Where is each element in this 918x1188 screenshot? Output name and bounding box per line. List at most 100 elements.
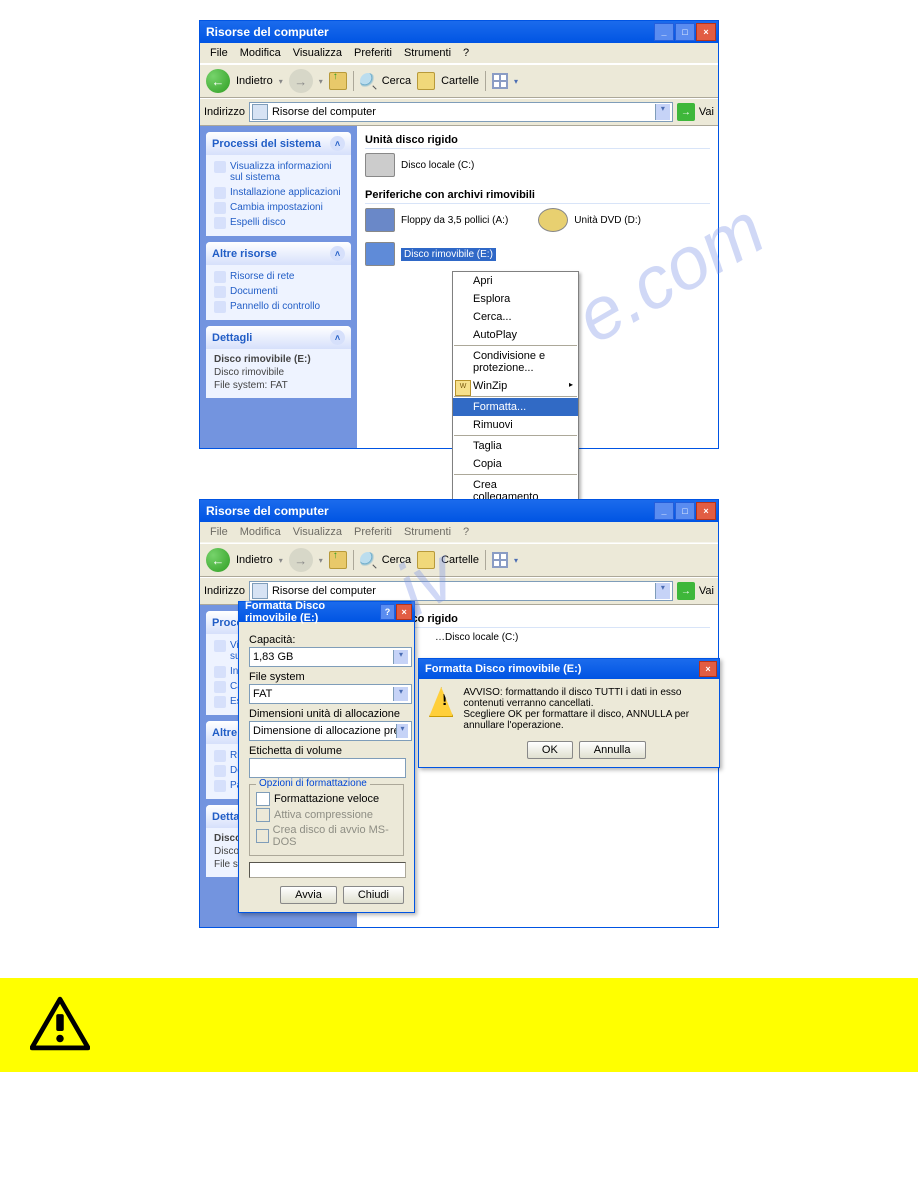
options-legend: Opzioni di formattazione: [256, 778, 370, 789]
ctx-autoplay[interactable]: AutoPlay: [453, 326, 578, 344]
quick-format-checkbox[interactable]: Formattazione veloce: [256, 791, 397, 807]
task-sysinfo[interactable]: Visualizza informazioni sul sistema: [214, 159, 343, 185]
folders-label[interactable]: Cartelle: [441, 75, 479, 87]
dialog-title: Formatta Disco rimovibile (E:): [425, 663, 581, 675]
search-label[interactable]: Cerca: [382, 75, 411, 87]
address-combo[interactable]: Risorse del computer▾: [249, 581, 673, 601]
warning-icon: [429, 687, 453, 717]
hdd-icon: [365, 153, 395, 177]
go-label: Vai: [699, 585, 714, 597]
collapse-icon[interactable]: ˄: [330, 136, 345, 151]
minimize-button[interactable]: _: [654, 23, 674, 41]
folders-icon[interactable]: [417, 551, 435, 569]
ctx-copy[interactable]: Copia: [453, 455, 578, 473]
views-icon[interactable]: [492, 73, 508, 89]
collapse-icon[interactable]: ˄: [330, 330, 345, 345]
address-combo[interactable]: Risorse del computer ▾: [249, 102, 673, 122]
capacity-combo[interactable]: 1,83 GB▾: [249, 647, 412, 667]
address-value: Risorse del computer: [272, 106, 376, 118]
menu-favorites[interactable]: Preferiti: [348, 45, 398, 61]
filesystem-label: File system: [249, 671, 404, 683]
drive-a[interactable]: Floppy da 3,5 pollici (A:): [365, 208, 508, 232]
search-label[interactable]: Cerca: [382, 554, 411, 566]
help-button[interactable]: ?: [380, 604, 396, 620]
drive-e[interactable]: Disco rimovibile (E:): [365, 242, 496, 266]
back-button[interactable]: ←: [206, 548, 230, 572]
back-button[interactable]: ←: [206, 69, 230, 93]
ctx-sharing[interactable]: Condivisione e protezione...: [453, 347, 578, 377]
maximize-button[interactable]: □: [675, 23, 695, 41]
cancel-button[interactable]: Annulla: [579, 741, 646, 759]
folders-label[interactable]: Cartelle: [441, 554, 479, 566]
ctx-search[interactable]: Cerca...: [453, 308, 578, 326]
maximize-button[interactable]: □: [675, 502, 695, 520]
close-button[interactable]: ×: [696, 23, 716, 41]
warning-line1: AVVISO: formattando il disco TUTTI i dat…: [463, 687, 709, 709]
explorer-window: Risorse del computer _ □ × File Modifica…: [199, 20, 719, 449]
menubar: File Modifica Visualizza Preferiti Strum…: [200, 43, 718, 64]
menu-edit: Modifica: [234, 524, 287, 540]
link-network[interactable]: Risorse di rete: [214, 269, 343, 284]
close-button[interactable]: ×: [696, 502, 716, 520]
allocation-combo[interactable]: Dimensione di allocazione predefinita▾: [249, 721, 412, 741]
menu-edit[interactable]: Modifica: [234, 45, 287, 61]
back-label: Indietro: [236, 75, 273, 87]
go-button[interactable]: →: [677, 103, 695, 121]
minimize-button[interactable]: _: [654, 502, 674, 520]
panel-details: Dettagli˄ Disco rimovibile (E:) Disco ri…: [206, 326, 351, 398]
address-dropdown-icon[interactable]: ▾: [655, 583, 670, 599]
ctx-eject[interactable]: Rimuovi: [453, 416, 578, 434]
menu-tools[interactable]: Strumenti: [398, 45, 457, 61]
up-folder-icon[interactable]: [329, 551, 347, 569]
panel-title: Dettagli: [212, 332, 252, 344]
menu-help[interactable]: ?: [457, 45, 475, 61]
folders-icon[interactable]: [417, 72, 435, 90]
drive-d[interactable]: Unità DVD (D:): [538, 208, 641, 232]
floppy-icon: [365, 208, 395, 232]
task-addremove[interactable]: Installazione applicazioni: [214, 185, 343, 200]
volume-label-input[interactable]: [249, 758, 406, 778]
go-button[interactable]: →: [677, 582, 695, 600]
ctx-cut[interactable]: Taglia: [453, 437, 578, 455]
allocation-label: Dimensioni unità di allocazione: [249, 708, 404, 720]
up-folder-icon[interactable]: [329, 72, 347, 90]
format-options-group: Opzioni di formattazione Formattazione v…: [249, 784, 404, 856]
menu-file[interactable]: File: [204, 45, 234, 61]
volume-label-label: Etichetta di volume: [249, 745, 404, 757]
forward-button: →: [289, 548, 313, 572]
removable-icon: [365, 242, 395, 266]
format-dialog: Formatta Disco rimovibile (E:) ? × Capac…: [238, 601, 415, 913]
close-button[interactable]: ×: [396, 604, 412, 620]
confirm-dialog: Formatta Disco rimovibile (E:) × AVVISO:…: [418, 658, 720, 768]
task-settings[interactable]: Cambia impostazioni: [214, 200, 343, 215]
msdos-boot-checkbox: Crea disco di avvio MS-DOS: [256, 823, 397, 849]
filesystem-combo[interactable]: FAT▾: [249, 684, 412, 704]
ctx-winzip[interactable]: WWinZip▸: [453, 377, 578, 395]
drive-c[interactable]: Disco locale (C:): [365, 153, 474, 177]
search-icon[interactable]: [360, 552, 376, 568]
address-dropdown-icon[interactable]: ▾: [655, 104, 670, 120]
link-documents[interactable]: Documenti: [214, 284, 343, 299]
menu-view[interactable]: Visualizza: [287, 45, 348, 61]
task-eject[interactable]: Espelli disco: [214, 215, 343, 230]
panel-title: Processi del sistema: [212, 138, 321, 150]
close-dialog-button[interactable]: Chiudi: [343, 886, 404, 904]
caution-banner: [0, 978, 918, 1072]
views-icon[interactable]: [492, 552, 508, 568]
dvd-icon: [538, 208, 568, 232]
link-controlpanel[interactable]: Pannello di controllo: [214, 299, 343, 314]
ctx-open[interactable]: Apri: [453, 272, 578, 290]
start-button[interactable]: Avvia: [280, 886, 337, 904]
sidebar: Processi del sistema ˄ Visualizza informa…: [200, 126, 357, 448]
close-button[interactable]: ×: [699, 661, 717, 677]
titlebar: Risorse del computer _ □ ×: [200, 21, 718, 43]
ctx-format[interactable]: Formatta...: [453, 398, 578, 416]
ctx-explore[interactable]: Esplora: [453, 290, 578, 308]
section-hdd: Unità disco rigido: [365, 611, 710, 628]
addressbar: Indirizzo Risorse del computer ▾ → Vai: [200, 98, 718, 126]
search-icon[interactable]: [360, 73, 376, 89]
address-label: Indirizzo: [204, 106, 245, 118]
winzip-icon: W: [455, 380, 471, 396]
ok-button[interactable]: OK: [527, 741, 573, 759]
collapse-icon[interactable]: ˄: [330, 246, 345, 261]
